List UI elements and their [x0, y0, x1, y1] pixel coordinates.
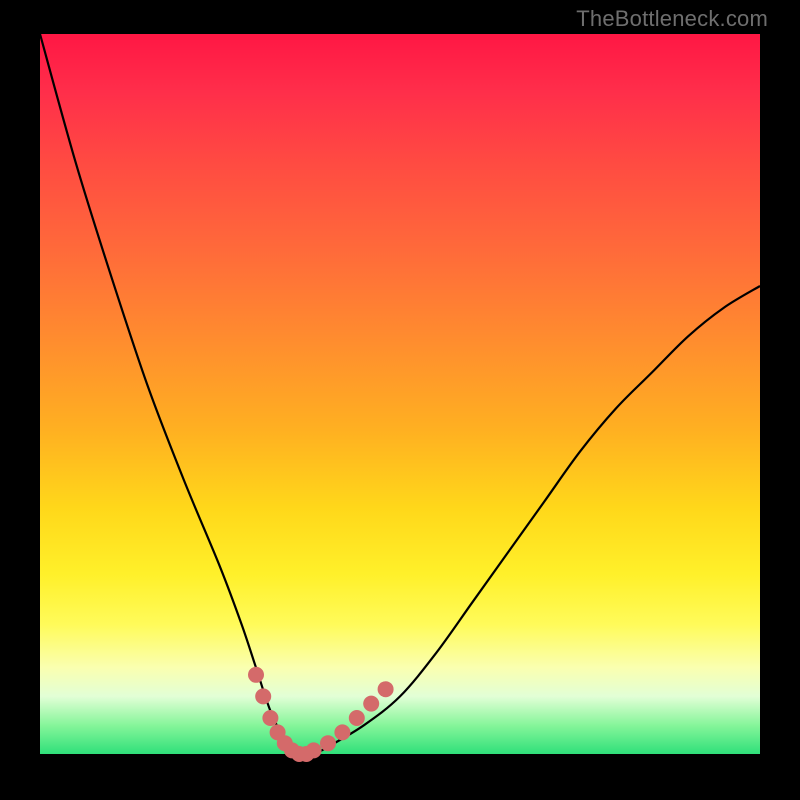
curve-marker: [378, 681, 394, 697]
curve-marker: [255, 688, 271, 704]
curve-marker: [306, 742, 322, 758]
curve-marker: [349, 710, 365, 726]
curve-markers: [248, 667, 394, 762]
watermark-text: TheBottleneck.com: [576, 6, 768, 32]
bottleneck-curve: [40, 34, 760, 755]
chart-stage: TheBottleneck.com: [0, 0, 800, 800]
curve-marker: [248, 667, 264, 683]
plot-area: [40, 34, 760, 754]
curve-marker: [262, 710, 278, 726]
curve-svg: [40, 34, 760, 754]
curve-marker: [334, 724, 350, 740]
curve-marker: [320, 735, 336, 751]
curve-marker: [363, 696, 379, 712]
